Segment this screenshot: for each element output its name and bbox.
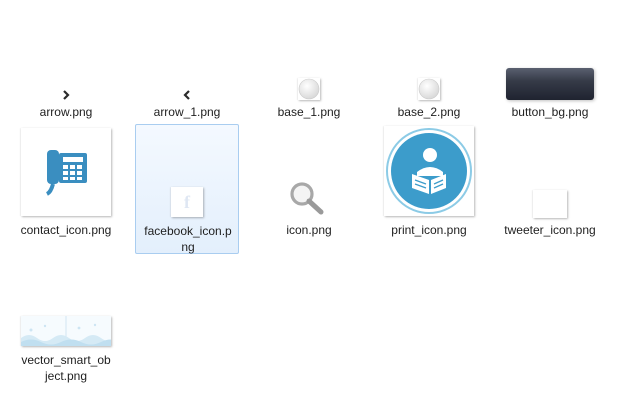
wave-banner-icon	[21, 316, 111, 346]
dark-button-background-icon	[506, 68, 594, 100]
chevron-left-icon	[182, 88, 192, 100]
file-item-print-icon[interactable]: print_icon.png	[377, 124, 481, 242]
file-item-base-2[interactable]: base_2.png	[377, 76, 481, 124]
file-item-contact-icon[interactable]: contact_icon.png	[14, 126, 118, 242]
file-browser-view: arrow.png arrow_1.png base_1.png base_2.…	[0, 0, 621, 401]
file-item-base-1[interactable]: base_1.png	[257, 76, 361, 124]
facebook-icon: f	[171, 187, 203, 217]
file-name: arrow_1.png	[153, 105, 221, 119]
file-item-arrow[interactable]: arrow.png	[14, 84, 118, 124]
circle-button-icon	[298, 78, 320, 100]
file-name: vector_smart_object.png	[21, 353, 111, 383]
file-name: facebook_icon.png	[144, 224, 232, 254]
file-name: icon.png	[286, 223, 332, 237]
reader-icon	[384, 126, 474, 216]
file-item-arrow-1[interactable]: arrow_1.png	[135, 84, 239, 124]
telephone-icon	[21, 128, 111, 216]
file-name: tweeter_icon.png	[504, 223, 596, 237]
file-item-button-bg[interactable]: button_bg.png	[498, 66, 602, 124]
file-name: base_2.png	[397, 105, 461, 119]
magnifier-icon	[287, 180, 331, 216]
facebook-glyph: f	[184, 191, 190, 212]
file-item-vector-smart-object[interactable]: vector_smart_object.png	[14, 314, 118, 388]
file-item-facebook-icon[interactable]: f facebook_icon.png	[135, 124, 239, 254]
file-item-tweeter-icon[interactable]: tweeter_icon.png	[498, 186, 602, 242]
file-name: button_bg.png	[511, 105, 589, 119]
file-name: arrow.png	[39, 105, 93, 119]
file-item-icon[interactable]: icon.png	[257, 180, 361, 242]
file-name: contact_icon.png	[20, 223, 112, 237]
blank-thumbnail-icon	[533, 190, 567, 218]
file-name: print_icon.png	[391, 223, 467, 237]
circle-button-icon	[418, 78, 440, 100]
file-name: base_1.png	[277, 105, 341, 119]
chevron-right-icon	[61, 88, 71, 100]
